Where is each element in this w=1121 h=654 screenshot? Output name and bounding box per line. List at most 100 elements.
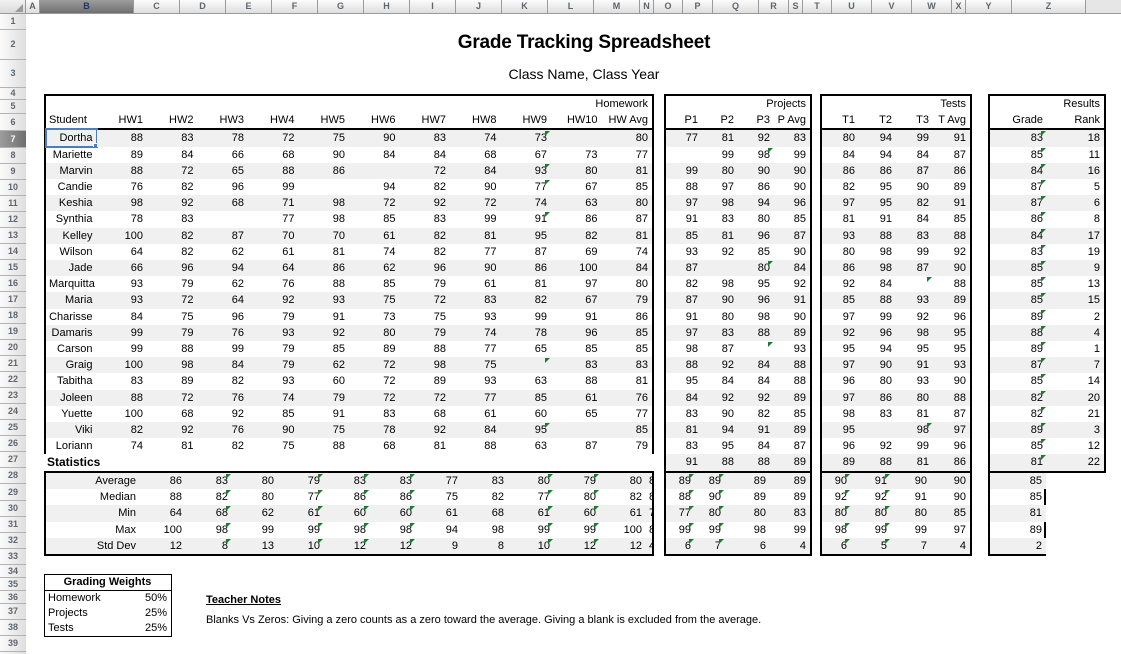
data-cell[interactable]: 1 bbox=[1047, 341, 1104, 357]
table-row[interactable]: Average868380798383778380798081 bbox=[46, 473, 652, 490]
row-header-32[interactable]: 32 bbox=[0, 533, 26, 549]
table-row[interactable]: 85 bbox=[990, 489, 1046, 505]
data-cell[interactable]: 81 bbox=[400, 438, 451, 454]
data-cell[interactable]: 80 bbox=[232, 473, 278, 490]
data-cell[interactable]: 97 bbox=[933, 422, 970, 439]
data-cell[interactable]: 89 bbox=[774, 422, 810, 439]
data-cell[interactable]: 79 bbox=[298, 389, 349, 406]
data-cell[interactable]: 85 bbox=[551, 341, 602, 357]
data-cell[interactable]: 62 bbox=[298, 357, 349, 374]
row-header-7[interactable]: 7 bbox=[0, 131, 26, 148]
data-cell[interactable]: 91 bbox=[666, 309, 702, 325]
data-cell[interactable]: 75 bbox=[248, 438, 299, 454]
data-cell[interactable]: 98 bbox=[324, 522, 370, 538]
data-cell[interactable]: 85 bbox=[774, 406, 810, 422]
table-row[interactable]: 82 95 90 89 bbox=[822, 179, 970, 195]
column-header-q[interactable]: Q bbox=[713, 0, 759, 13]
data-cell[interactable]: 88 bbox=[96, 162, 147, 180]
data-cell[interactable]: 91 bbox=[299, 406, 350, 422]
data-cell[interactable]: 88 bbox=[666, 357, 702, 374]
data-cell[interactable]: 84 bbox=[738, 357, 774, 374]
data-cell[interactable]: 6 bbox=[1047, 195, 1104, 212]
data-cell[interactable]: 96 bbox=[822, 373, 859, 389]
row-header-21[interactable]: 21 bbox=[0, 356, 26, 372]
data-cell[interactable]: 74 bbox=[450, 324, 501, 342]
data-cell[interactable]: 88 bbox=[738, 324, 774, 342]
data-cell[interactable]: 89 bbox=[725, 489, 770, 505]
data-cell[interactable]: 88 bbox=[450, 438, 501, 454]
data-cell[interactable]: 83 bbox=[859, 406, 896, 422]
data-cell[interactable]: 86 bbox=[298, 260, 349, 277]
data-cell[interactable]: 89 bbox=[695, 473, 725, 490]
grid-area[interactable]: Grade Tracking Spreadsheet Class Name, C… bbox=[26, 14, 1121, 654]
data-cell[interactable]: 86 bbox=[370, 489, 416, 505]
data-cell[interactable]: 9 bbox=[416, 537, 462, 555]
table-row[interactable]: 95 98 97 bbox=[822, 422, 970, 439]
data-cell[interactable]: 72 bbox=[349, 373, 400, 389]
data-cell[interactable]: 81 bbox=[990, 454, 1047, 471]
data-cell[interactable]: 81 bbox=[896, 406, 933, 422]
data-cell[interactable]: 82 bbox=[186, 489, 232, 505]
data-cell[interactable]: 62 bbox=[198, 276, 249, 292]
data-cell[interactable]: 72 bbox=[399, 389, 450, 406]
data-cell[interactable]: 82 bbox=[400, 179, 451, 195]
data-cell[interactable]: 80 bbox=[602, 276, 653, 292]
data-cell[interactable]: 77 bbox=[602, 147, 653, 163]
data-cell[interactable]: 81 bbox=[822, 211, 859, 227]
data-cell[interactable]: 88 bbox=[666, 489, 695, 505]
data-cell[interactable]: 82 bbox=[147, 244, 198, 260]
data-cell[interactable]: 100 bbox=[96, 357, 147, 374]
table-row[interactable]: 83 18 bbox=[990, 129, 1104, 147]
data-cell[interactable]: 85 bbox=[248, 406, 299, 422]
data-cell[interactable]: Carson bbox=[46, 341, 97, 357]
data-cell[interactable]: 93 bbox=[97, 276, 148, 292]
table-row[interactable]: 85 11 bbox=[990, 147, 1104, 163]
data-cell[interactable]: 86 bbox=[298, 162, 349, 180]
data-cell[interactable]: 85 bbox=[933, 211, 970, 227]
data-cell[interactable]: 96 bbox=[774, 195, 810, 212]
data-cell[interactable]: 87 bbox=[990, 357, 1047, 374]
data-cell[interactable]: 86 bbox=[738, 179, 774, 195]
row-header-25[interactable]: 25 bbox=[0, 420, 26, 436]
column-header-o[interactable]: O bbox=[654, 0, 683, 13]
data-cell[interactable]: 4 bbox=[770, 537, 810, 555]
data-cell[interactable]: 16 bbox=[1047, 162, 1104, 180]
data-cell[interactable]: 85 bbox=[822, 292, 859, 309]
data-cell[interactable]: 94 bbox=[416, 522, 462, 538]
data-cell[interactable]: 98 bbox=[298, 195, 349, 212]
data-cell[interactable]: 83 bbox=[990, 129, 1047, 147]
data-cell[interactable]: 92 bbox=[147, 195, 198, 212]
data-cell[interactable]: 79 bbox=[399, 324, 450, 342]
data-cell[interactable]: 77 bbox=[450, 389, 501, 406]
row-header-11[interactable]: 11 bbox=[0, 196, 26, 212]
table-row[interactable]: 86 98 87 90 bbox=[822, 260, 970, 277]
table-row[interactable]: 89 bbox=[990, 522, 1046, 538]
column-header-h[interactable]: H bbox=[364, 0, 410, 13]
data-cell[interactable]: 68 bbox=[248, 147, 299, 163]
table-row[interactable]: 92 96 98 95 bbox=[822, 324, 970, 342]
data-cell[interactable]: 88 bbox=[859, 292, 896, 309]
data-cell[interactable]: 92 bbox=[933, 244, 970, 260]
data-cell[interactable]: 89 bbox=[990, 422, 1047, 439]
data-cell[interactable]: 89 bbox=[725, 473, 770, 490]
data-cell[interactable]: 87 bbox=[646, 522, 652, 538]
data-cell[interactable]: 90 bbox=[931, 489, 970, 505]
data-cell[interactable]: Damaris bbox=[46, 324, 97, 342]
data-cell[interactable]: 85 bbox=[990, 438, 1047, 454]
data-cell[interactable]: 88 bbox=[738, 454, 774, 471]
data-cell[interactable]: 88 bbox=[96, 389, 147, 406]
data-cell[interactable]: 99 bbox=[232, 522, 278, 538]
data-cell[interactable]: 97 bbox=[666, 195, 702, 212]
row-header-10[interactable]: 10 bbox=[0, 180, 26, 196]
data-cell[interactable]: 75 bbox=[298, 129, 349, 147]
data-cell[interactable]: 80 bbox=[891, 505, 931, 522]
data-cell[interactable]: 82 bbox=[399, 227, 450, 244]
table-row[interactable]: 85 12 bbox=[990, 438, 1104, 454]
table-row[interactable]: 85 bbox=[990, 473, 1046, 490]
data-cell[interactable]: 90 bbox=[299, 147, 350, 163]
data-cell[interactable]: 74 bbox=[602, 244, 653, 260]
grading-weight-value[interactable]: 25% bbox=[108, 621, 171, 636]
data-cell[interactable]: 87 bbox=[501, 244, 552, 260]
data-cell[interactable]: 68 bbox=[147, 406, 198, 422]
data-cell[interactable]: 60 bbox=[554, 505, 600, 522]
